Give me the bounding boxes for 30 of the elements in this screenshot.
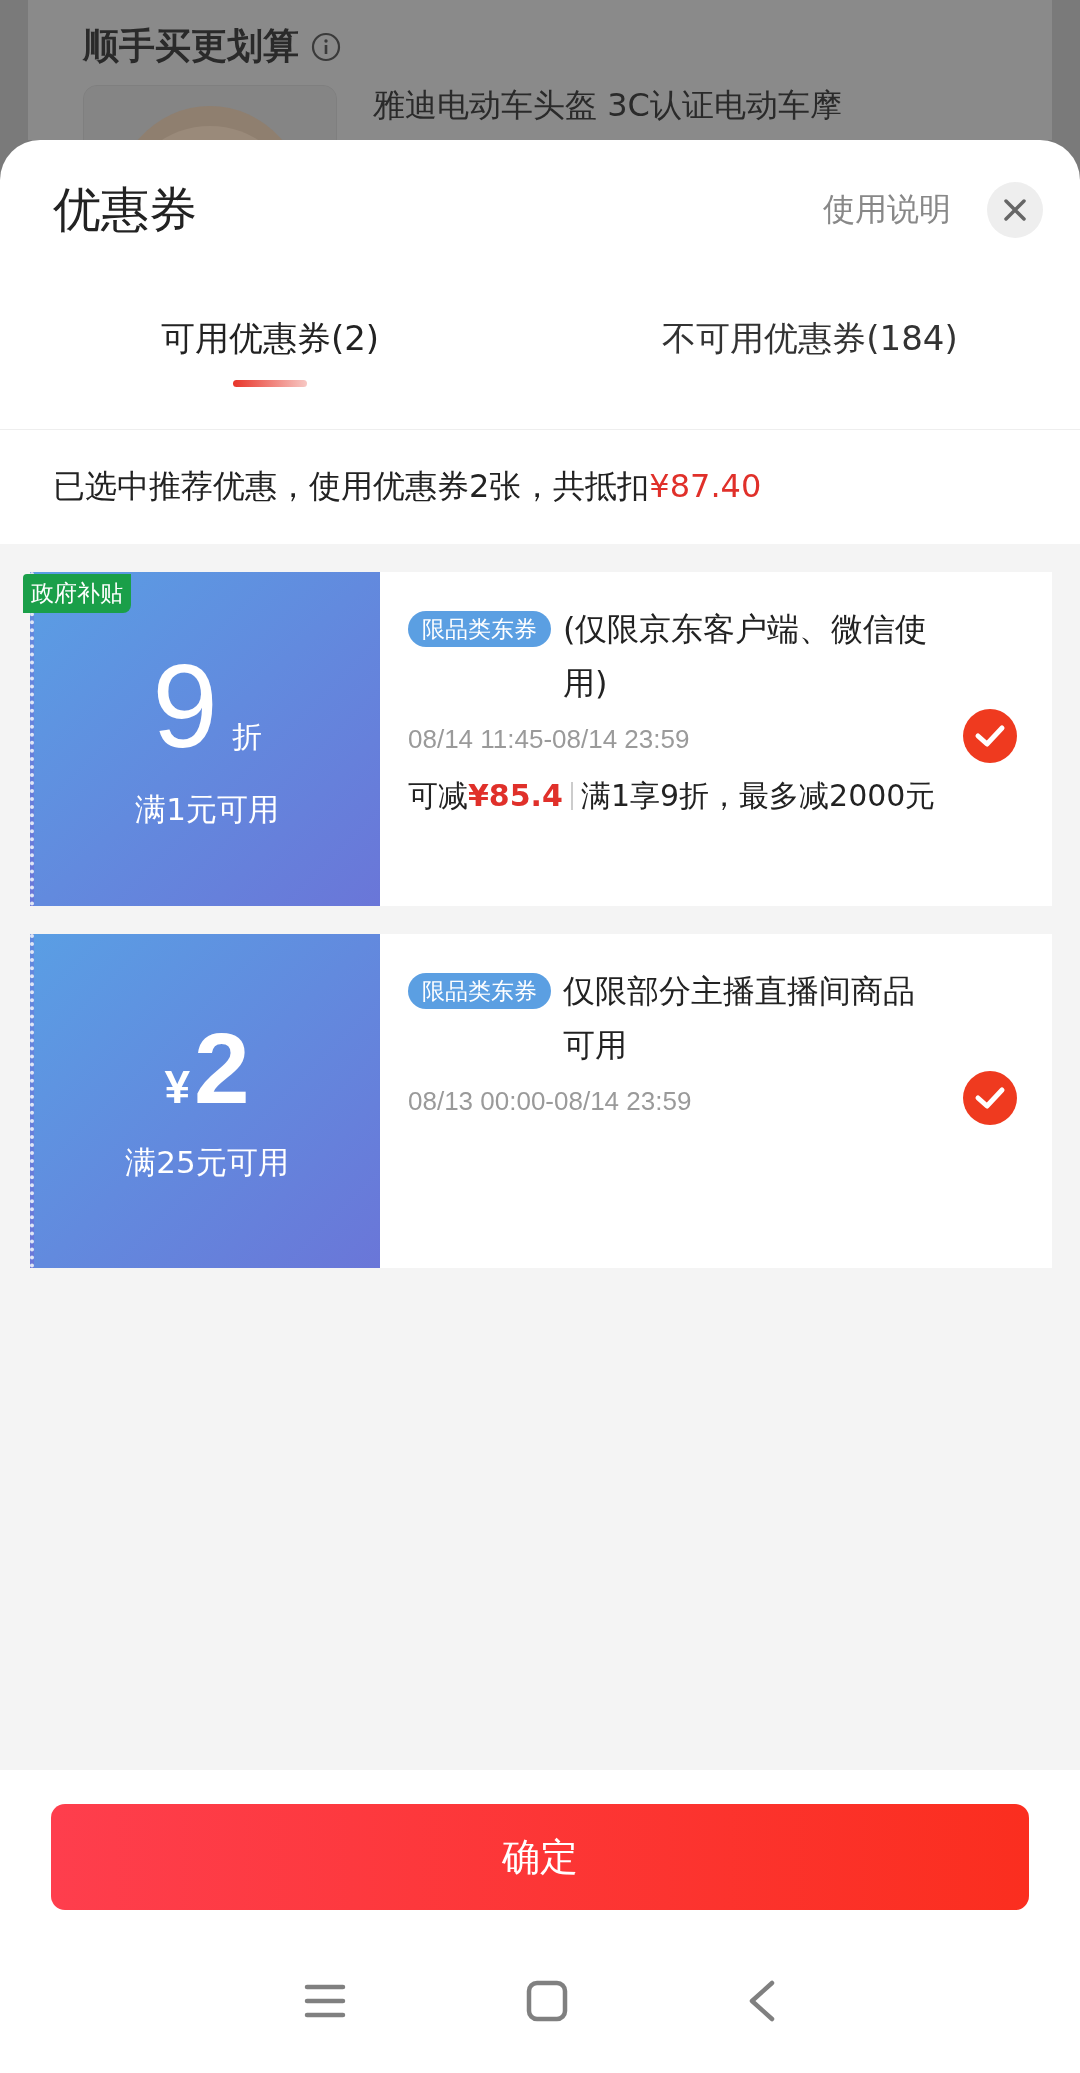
usage-info-link[interactable]: 使用说明 [823,188,951,232]
selection-summary: 已选中推荐优惠，使用优惠券2张，共抵扣¥87.40 [53,466,762,507]
info-icon[interactable] [311,31,341,62]
close-button[interactable] [987,182,1043,238]
coupon-type-tag: 限品类东券 [408,611,551,647]
check-icon[interactable] [962,1070,1018,1126]
usage-condition: 满25元可用 [125,1143,289,1182]
check-icon[interactable] [962,708,1018,764]
validity-period: 08/13 00:00-08/14 23:59 [408,1086,693,1117]
coupon-title: 仅限部分主播直播间商品可用 [563,971,916,1066]
cash-value: 2 [194,1018,250,1118]
sheet-title: 优惠券 [53,180,198,239]
back-icon[interactable] [748,1980,776,2022]
saving-and-rule-text: 可减¥85.4 满1享9折，最多减2000元 [408,777,937,815]
usage-condition: 满1元可用 [135,790,279,829]
menu-icon[interactable] [304,1983,346,2019]
confirm-button[interactable]: 确定 [51,1804,1029,1910]
subsidy-tag: 政府补贴 [23,574,131,613]
currency-sign: ¥ [164,1060,190,1114]
close-icon [1004,199,1026,221]
coupon-type-tag: 限品类东券 [408,973,551,1009]
tab[interactable]: 不可用优惠券(184) [662,316,958,362]
discount-unit: 折 [231,719,262,755]
tab[interactable]: 可用优惠券(2) [160,316,380,362]
coupon-title: (仅限京东客户端、微信使用) [563,609,929,704]
section-title: 顺手买更划算 [83,24,299,68]
discount-value: 9 [152,647,218,765]
validity-period: 08/14 11:45-08/14 23:59 [408,724,691,755]
home-icon[interactable] [526,1980,568,2022]
product-title[interactable]: 雅迪电动车头盔 3C认证电动车摩 [373,85,842,125]
